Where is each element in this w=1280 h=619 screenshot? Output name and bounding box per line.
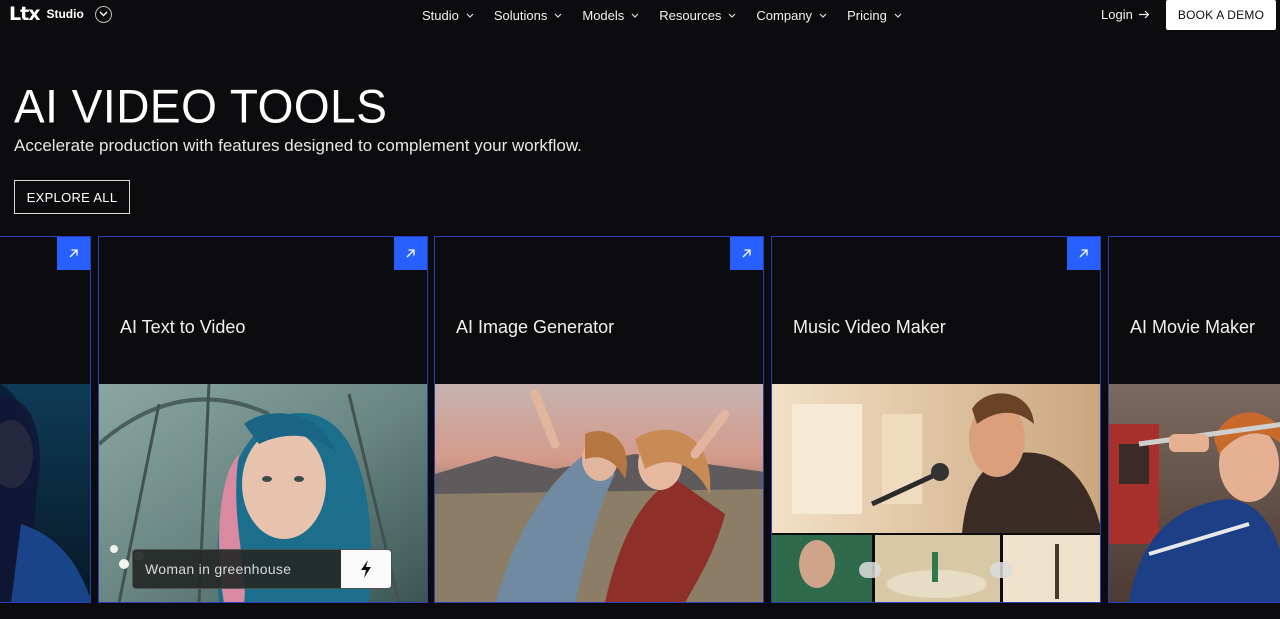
arrow-up-right-icon[interactable] — [730, 237, 763, 270]
card-title: AI Text to Video — [120, 317, 246, 337]
tool-card-image-generator[interactable]: AI Image Generator — [434, 236, 764, 603]
nav-solutions[interactable]: Solutions — [494, 8, 562, 23]
nav-studio[interactable]: Studio — [422, 8, 474, 23]
nav-models[interactable]: Models — [582, 8, 639, 23]
card-image — [435, 384, 763, 602]
tool-card-partial-left[interactable] — [0, 236, 91, 603]
chevron-down-icon — [728, 13, 736, 18]
prompt-text: Woman in greenhouse — [145, 561, 292, 577]
nav-company-label: Company — [756, 7, 813, 23]
page: Ltx Studio Studio Solutions Models Resou… — [0, 0, 1280, 619]
chevron-down-icon — [819, 13, 827, 18]
main-nav: Studio Solutions Models Resources Compan… — [422, 0, 922, 30]
arrow-up-right-icon[interactable] — [1067, 237, 1100, 270]
chevron-down-icon — [554, 13, 562, 18]
explore-all-button[interactable]: EXPLORE ALL — [14, 180, 130, 214]
arrow-right-icon — [1138, 10, 1150, 19]
nav-pricing[interactable]: Pricing — [847, 8, 902, 23]
arrow-up-right-icon[interactable] — [57, 237, 90, 270]
tool-card-music-video-maker[interactable]: Music Video Maker — [771, 236, 1101, 603]
nav-models-label: Models — [582, 7, 625, 23]
nav-studio-label: Studio — [422, 7, 459, 23]
nav-resources[interactable]: Resources — [659, 8, 736, 23]
card-image — [0, 384, 90, 602]
card-image — [772, 384, 1100, 602]
chevron-down-icon — [631, 13, 639, 18]
tool-card-movie-maker[interactable]: AI Movie Maker — [1108, 236, 1280, 603]
book-demo-button[interactable]: BOOK A DEMO — [1166, 0, 1276, 30]
brand-logo[interactable]: Ltx Studio — [9, 4, 112, 24]
login-link[interactable]: Login — [1101, 7, 1150, 22]
top-navigation-bar: Ltx Studio Studio Solutions Models Resou… — [0, 0, 1280, 30]
tool-card-text-to-video[interactable]: AI Text to Video Woman in greenhouse — [98, 236, 428, 603]
card-image: Woman in greenhouse — [99, 384, 427, 602]
card-image — [1109, 384, 1280, 602]
chevron-down-icon[interactable] — [94, 5, 112, 23]
login-label: Login — [1101, 7, 1133, 22]
nav-company[interactable]: Company — [756, 8, 827, 23]
card-title: AI Movie Maker — [1130, 317, 1256, 337]
chevron-down-icon — [894, 13, 902, 18]
lightning-icon[interactable] — [341, 550, 391, 588]
logo-mark: Ltx — [9, 3, 40, 25]
nav-resources-label: Resources — [659, 7, 722, 23]
page-title: AI VIDEO TOOLS — [14, 79, 388, 133]
prompt-input[interactable]: Woman in greenhouse — [132, 549, 392, 589]
card-title: AI Image Generator — [456, 317, 615, 337]
nav-solutions-label: Solutions — [493, 7, 548, 23]
logo-studio-label: Studio — [46, 7, 84, 21]
nav-pricing-label: Pricing — [847, 7, 887, 23]
arrow-up-right-icon[interactable] — [394, 237, 427, 270]
page-subtitle: Accelerate production with features desi… — [14, 136, 582, 155]
card-title: Music Video Maker — [793, 317, 946, 337]
chevron-down-icon — [466, 13, 474, 18]
